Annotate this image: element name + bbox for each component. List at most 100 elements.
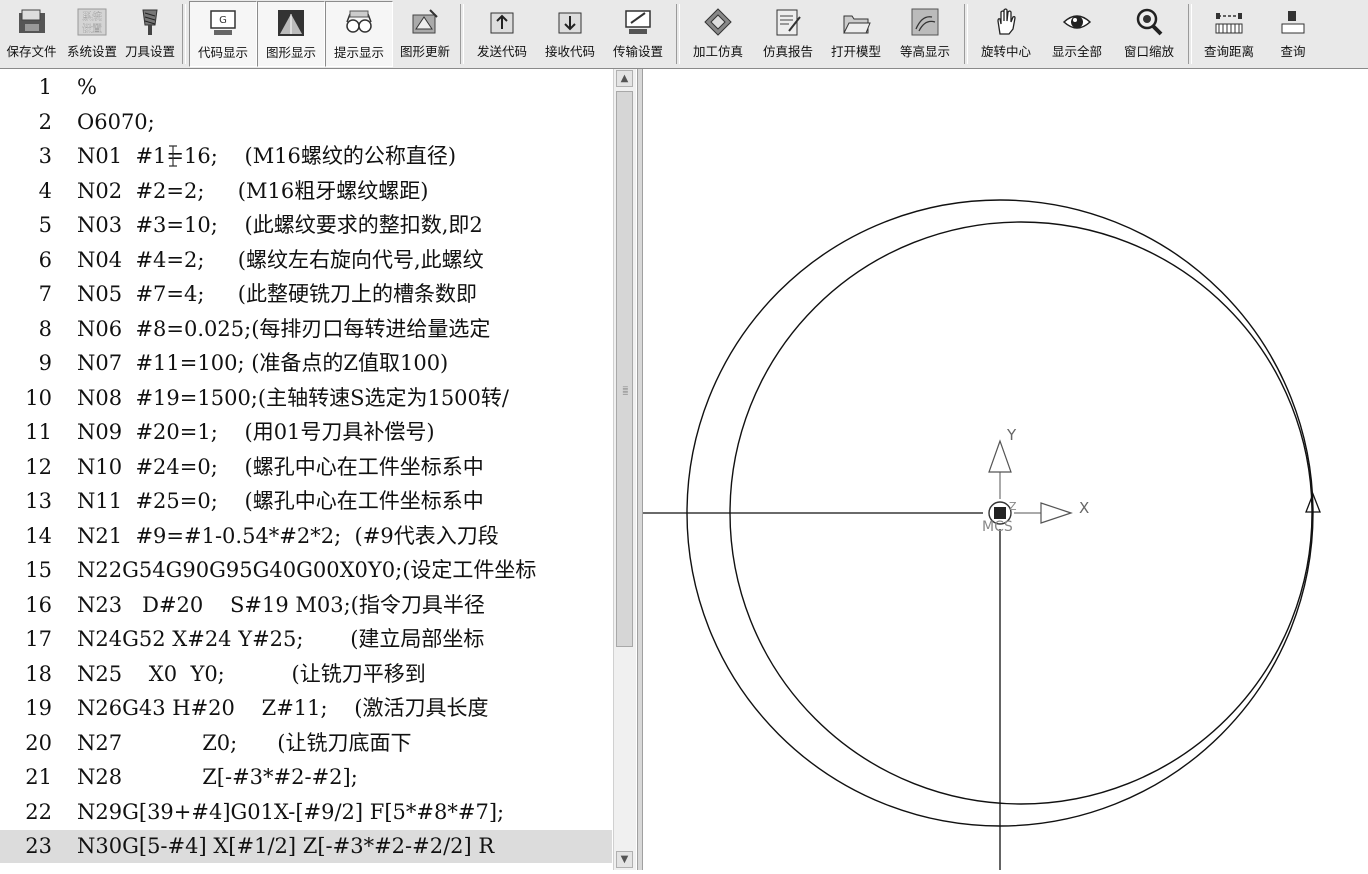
code-text: N10 #24=0; (螺孔中心在工件坐标系中	[77, 454, 484, 479]
receive-code-button[interactable]: 接收代码	[537, 1, 603, 67]
code-text: N05 #7=4; (此整硬铣刀上的槽条数即	[77, 282, 478, 306]
code-display-button[interactable]: G 代码显示	[189, 1, 257, 67]
send-code-label: 发送代码	[476, 44, 527, 59]
code-line[interactable]: 18 N25 X0 Y0; (让铣刀平移到	[0, 658, 612, 691]
code-line[interactable]: 21 N28 Z[-#3*#2-#2];	[0, 761, 612, 794]
code-line[interactable]: 9 N07 #11=100; (准备点的Z值取100)	[0, 347, 612, 380]
code-line[interactable]: 17 N24G52 X#24 Y#25; (建立局部坐标	[0, 623, 612, 656]
line-number: 17	[25, 627, 52, 651]
open-folder-icon	[841, 7, 871, 37]
graphics-canvas[interactable]: Y X Z MCS	[643, 69, 1368, 870]
code-vertical-scrollbar[interactable]: ▲ = = = ▼	[613, 69, 636, 870]
code-text: N11 #25=0; (螺孔中心在工件坐标系中	[77, 489, 484, 513]
svg-text:设置: 设置	[82, 23, 102, 35]
code-line[interactable]: 22 N29G[39+#4]G01X-[#9/2] F[5*#8*#7];	[0, 796, 612, 829]
code-text: N06 #8=0.025;(每排刃口每转进给量选定	[77, 316, 491, 341]
code-line[interactable]: 13 N11 #25=0; (螺孔中心在工件坐标系中	[0, 485, 612, 518]
code-line[interactable]: 1%	[0, 71, 612, 104]
rotate-center-button[interactable]: 旋转中心	[971, 1, 1041, 67]
code-text: N23 D#20 S#19 M03;(指令刀具半径	[77, 592, 485, 617]
code-line[interactable]: 7 N05 #7=4; (此整硬铣刀上的槽条数即	[0, 278, 612, 311]
code-line[interactable]: 23 N30G[5-#4] X[#1/2] Z[-#3*#2-#2/2] R	[0, 830, 612, 863]
sim-report-button[interactable]: 仿真报告	[753, 1, 823, 67]
code-line[interactable]: 16 N23 D#20 S#19 M03;(指令刀具半径	[0, 589, 612, 622]
code-text: N21 #9=#1-0.54*#2*2; (#9代表入刀段	[77, 523, 499, 548]
scrollbar-grip-icon: = = =	[622, 383, 629, 398]
code-line[interactable]: 11 N09 #20=1; (用01号刀具补偿号)	[0, 416, 612, 449]
code-line[interactable]: 2 O6070;	[0, 106, 612, 139]
code-line[interactable]: 14 N21 #9=#1-0.54*#2*2; (#9代表入刀段	[0, 520, 612, 553]
code-text: N09 #20=1; (用01号刀具补偿号)	[77, 420, 435, 444]
code-line[interactable]: 4 N02 #2=2; (M16粗牙螺纹螺距)	[0, 175, 612, 208]
code-line[interactable]: 8 N06 #8=0.025;(每排刃口每转进给量选定	[0, 313, 612, 346]
code-text: N08 #19=1500;(主轴转速S选定为1500转/	[77, 385, 509, 410]
send-code-icon	[487, 7, 517, 37]
line-number: 12	[25, 454, 52, 479]
window-zoom-button[interactable]: 窗口缩放	[1113, 1, 1185, 67]
line-number: 18	[25, 661, 52, 686]
code-text: N24G52 X#24 Y#25; (建立局部坐标	[77, 627, 485, 651]
open-model-label: 打开模型	[830, 44, 881, 59]
contour-display-label: 等高显示	[899, 44, 950, 59]
transfer-settings-button[interactable]: 传输设置	[603, 1, 673, 67]
glasses-icon	[344, 8, 374, 38]
line-number: 15	[25, 558, 52, 582]
code-line[interactable]: 15 N22G54G90G95G40G00X0Y0;(设定工件坐标	[0, 554, 612, 587]
show-all-label: 显示全部	[1051, 44, 1102, 59]
scroll-up-arrow-icon[interactable]: ▲	[616, 70, 633, 87]
line-number: 8	[38, 316, 52, 341]
graphic-display-icon	[276, 8, 306, 38]
graphic-display-button[interactable]: 图形显示	[257, 1, 325, 67]
show-all-button[interactable]: 显示全部	[1041, 1, 1113, 67]
save-file-button[interactable]: 保存文件	[0, 1, 63, 67]
code-line[interactable]: 20 N27 Z0; (让铣刀底面下	[0, 727, 612, 760]
contour-display-button[interactable]: 等高显示	[889, 1, 961, 67]
y-axis-arrow-icon	[988, 439, 1012, 473]
hint-display-label: 提示显示	[333, 45, 384, 60]
hint-display-button[interactable]: 提示显示	[325, 1, 393, 67]
code-line[interactable]: 5 N03 #3=10; (此螺纹要求的整扣数,即2	[0, 209, 612, 242]
graphic-update-button[interactable]: 图形更新	[393, 1, 457, 67]
code-line[interactable]: 3 N01 #1=16; (M16螺纹的公称直径)	[0, 140, 612, 173]
code-editor[interactable]: 1% 2 O6070; 3 N01 #1=16; (M16螺纹的公称直径) 4 N02 #2…	[0, 69, 637, 870]
tool-settings-label: 刀具设置	[124, 44, 175, 59]
toolbar-group: 旋转中心 显示全部 窗口缩放	[971, 0, 1185, 68]
code-line[interactable]: 10 N08 #19=1500;(主轴转速S选定为1500转/	[0, 382, 612, 415]
query-distance-label: 查询距离	[1203, 44, 1254, 59]
milling-cutter-icon	[135, 7, 165, 37]
y-axis-label: Y	[1006, 426, 1017, 444]
scrollbar-thumb[interactable]: = = =	[616, 91, 633, 647]
code-text: N30G[5-#4] X[#1/2] Z[-#3*#2-#2/2] R	[77, 834, 495, 858]
code-text: N22G54G90G95G40G00X0Y0;(设定工件坐标	[77, 558, 537, 582]
tool-settings-button[interactable]: 刀具设置	[121, 1, 179, 67]
code-text: N26G43 H#20 Z#11; (激活刀具长度	[77, 696, 489, 720]
transfer-settings-icon	[623, 7, 653, 37]
window-zoom-label: 窗口缩放	[1123, 44, 1174, 59]
line-number: 16	[25, 592, 52, 617]
query-icon	[1278, 7, 1308, 37]
machining-sim-icon	[703, 7, 733, 37]
query-distance-icon	[1214, 7, 1244, 37]
code-text: N07 #11=100; (准备点的Z值取100)	[77, 351, 449, 375]
system-settings-button[interactable]: 系统 设置 系统设置	[63, 1, 121, 67]
query-more-button[interactable]: 查询	[1263, 1, 1323, 67]
eye-icon	[1062, 7, 1092, 37]
machining-sim-button[interactable]: 加工仿真	[683, 1, 753, 67]
query-distance-button[interactable]: 查询距离	[1195, 1, 1263, 67]
line-number: 23	[25, 834, 52, 858]
code-display-label: 代码显示	[197, 45, 248, 60]
system-settings-icon: 系统 设置	[77, 7, 107, 37]
send-code-button[interactable]: 发送代码	[467, 1, 537, 67]
open-model-button[interactable]: 打开模型	[823, 1, 889, 67]
graphic-update-icon	[410, 7, 440, 37]
line-number: 22	[25, 799, 52, 824]
code-text: N27 Z0; (让铣刀底面下	[77, 730, 412, 755]
code-line[interactable]: 19 N26G43 H#20 Z#11; (激活刀具长度	[0, 692, 612, 725]
graphics-view[interactable]: Y X Z MCS	[643, 69, 1368, 870]
code-text: N03 #3=10; (此螺纹要求的整扣数,即2	[77, 213, 483, 237]
code-line[interactable]: 6 N04 #4=2; (螺纹左右旋向代号,此螺纹	[0, 244, 612, 277]
sim-report-label: 仿真报告	[762, 44, 813, 59]
scroll-down-arrow-icon[interactable]: ▼	[616, 851, 633, 868]
code-line[interactable]: 12 N10 #24=0; (螺孔中心在工件坐标系中	[0, 451, 612, 484]
svg-text:系统: 系统	[82, 10, 102, 23]
